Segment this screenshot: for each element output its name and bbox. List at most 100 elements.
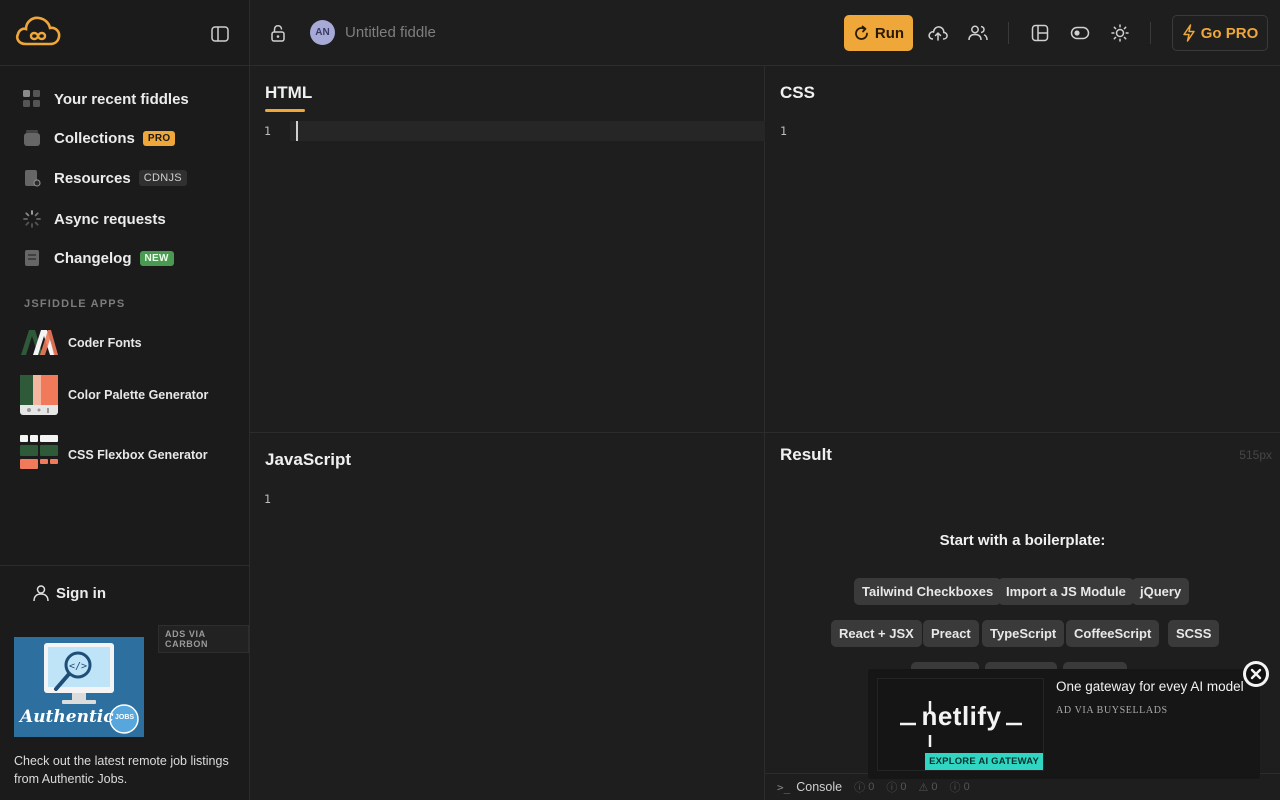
line-number: 1 [780,124,787,138]
app-label: CSS Flexbox Generator [68,448,208,462]
css-panel-title[interactable]: CSS [780,83,815,103]
boilerplate-scss[interactable]: SCSS [1168,620,1220,647]
refresh-icon [855,25,868,40]
cdnjs-badge: CDNJS [138,170,187,186]
app-label: Coder Fonts [68,336,142,350]
line-number: 1 [264,124,271,138]
netlify-logo: netlify [921,701,1002,731]
boilerplate-preact[interactable]: Preact [923,620,979,647]
cloud-upload-icon[interactable] [926,21,950,45]
js-panel-title[interactable]: JavaScript [265,450,351,470]
coder-fonts-thumbnail [20,323,58,363]
toggle-icon[interactable] [1068,21,1092,45]
document-icon [22,168,42,188]
js-editor-textarea[interactable] [290,488,765,788]
sidebar-item-async-requests[interactable]: Async requests [22,207,166,231]
jsfiddle-logo[interactable] [14,14,62,55]
js-editor-panel: JavaScript 1 [250,433,765,800]
fiddle-title-input[interactable]: Untitled fiddle [345,24,436,41]
sidebar-item-label: Changelog [54,249,132,267]
svg-text:</>: </> [69,661,87,672]
console-label: Console [796,780,843,794]
info-icon: ⓘ [854,782,869,794]
result-width-readout: 515px [1239,448,1272,462]
carbon-ad-brand: Authentic [20,707,114,727]
spinner-icon [22,209,42,229]
go-pro-label: Go PRO [1200,24,1259,42]
sidebar-item-resources[interactable]: Resources CDNJS [22,166,187,190]
toolbar-divider [1150,22,1151,44]
sidebar-item-changelog[interactable]: Changelog NEW [22,246,174,270]
ads-via-carbon-link[interactable]: ADS VIA CARBON [158,625,249,653]
app-label: Color Palette Generator [68,388,209,402]
collaborate-icon[interactable] [966,21,990,45]
html-panel-title[interactable]: HTML [265,83,312,112]
grid-icon [22,89,42,109]
boilerplate-jquery[interactable]: jQuery [1132,578,1190,605]
debug-count: ⓘ 0 [949,781,970,794]
html-editor-textarea[interactable] [290,121,765,421]
app-item-css-flexbox-generator[interactable]: CSS Flexbox Generator [20,435,208,475]
sidebar-item-label: Your recent fiddles [54,90,189,108]
carbon-ad-badge: JOBS [115,714,135,721]
error-icon: ⓘ [886,782,901,794]
layout-icon[interactable] [1028,21,1052,45]
avatar[interactable]: AN [310,20,335,45]
sign-in-label: Sign in [56,584,106,602]
ad-via-buysellads[interactable]: AD VIA BUYSELLADS [1056,705,1168,716]
css-editor-textarea[interactable] [805,121,1280,421]
sidebar-header [0,0,249,66]
lock-icon[interactable] [266,21,290,45]
error-count: ⓘ 0 [886,781,907,794]
changelog-icon [22,248,42,268]
netlify-ad[interactable]: netlify EXPLORE AI GATEWAY One gateway f… [868,669,1260,779]
carbon-ad-image[interactable]: </> Authentic JOBS [14,637,144,737]
collection-icon [22,128,42,148]
boilerplate-typescript[interactable]: TypeScript [982,620,1065,647]
sidebar-item-collections[interactable]: Collections PRO [22,126,176,150]
go-pro-button[interactable]: Go PRO [1172,15,1268,51]
result-panel-title: Result [780,445,832,464]
run-label: Run [874,24,905,42]
lightning-icon [1182,24,1195,42]
warning-icon: ⚠ [918,781,932,794]
toolbar-divider [1008,22,1009,44]
close-ad-button[interactable] [1243,661,1269,687]
warning-count: ⚠ 0 [918,781,938,794]
terminal-icon: >_ [777,780,791,794]
color-palette-thumbnail [20,375,58,415]
close-icon [1246,664,1266,684]
app-item-color-palette-generator[interactable]: Color Palette Generator [20,375,208,415]
user-icon [33,585,49,602]
boilerplate-heading: Start with a boilerplate: [939,532,1106,549]
carbon-ad-text[interactable]: Check out the latest remote job listings… [14,752,234,788]
sidebar-item-recent-fiddles[interactable]: Your recent fiddles [22,87,189,111]
debug-icon: ⓘ [949,782,964,794]
sidebar-toggle-icon[interactable] [208,22,232,46]
sidebar: Your recent fiddles Collections PRO Reso… [0,0,250,800]
boilerplate-react-jsx[interactable]: React + JSX [831,620,922,647]
top-toolbar: AN Untitled fiddle Run Go PRO [250,0,1280,66]
html-editor-panel: HTML 1 [250,66,765,433]
sidebar-divider [0,565,250,566]
sun-icon[interactable] [1108,21,1132,45]
sign-in-button[interactable]: Sign in [32,584,106,602]
sidebar-item-label: Async requests [54,210,166,228]
apps-heading: JSFIDDLE APPS [24,298,126,310]
sidebar-item-label: Collections [54,129,135,147]
flexbox-thumbnail [20,435,58,475]
sidebar-item-label: Resources [54,169,131,187]
line-number: 1 [264,492,271,506]
netlify-ad-image[interactable]: netlify EXPLORE AI GATEWAY [877,678,1044,771]
css-editor-panel: CSS 1 [765,66,1280,433]
boilerplate-import-js-module[interactable]: Import a JS Module [998,578,1134,605]
netlify-ad-cta[interactable]: EXPLORE AI GATEWAY [925,753,1043,770]
app-item-coder-fonts[interactable]: Coder Fonts [20,323,142,363]
pro-badge: PRO [142,130,176,146]
run-button[interactable]: Run [844,15,913,51]
netlify-ad-headline[interactable]: One gateway for evey AI model [1056,679,1256,694]
new-badge: NEW [139,250,174,266]
log-count: ⓘ 0 [854,781,875,794]
boilerplate-tailwind-checkboxes[interactable]: Tailwind Checkboxes [854,578,1002,605]
boilerplate-coffeescript[interactable]: CoffeeScript [1066,620,1160,647]
